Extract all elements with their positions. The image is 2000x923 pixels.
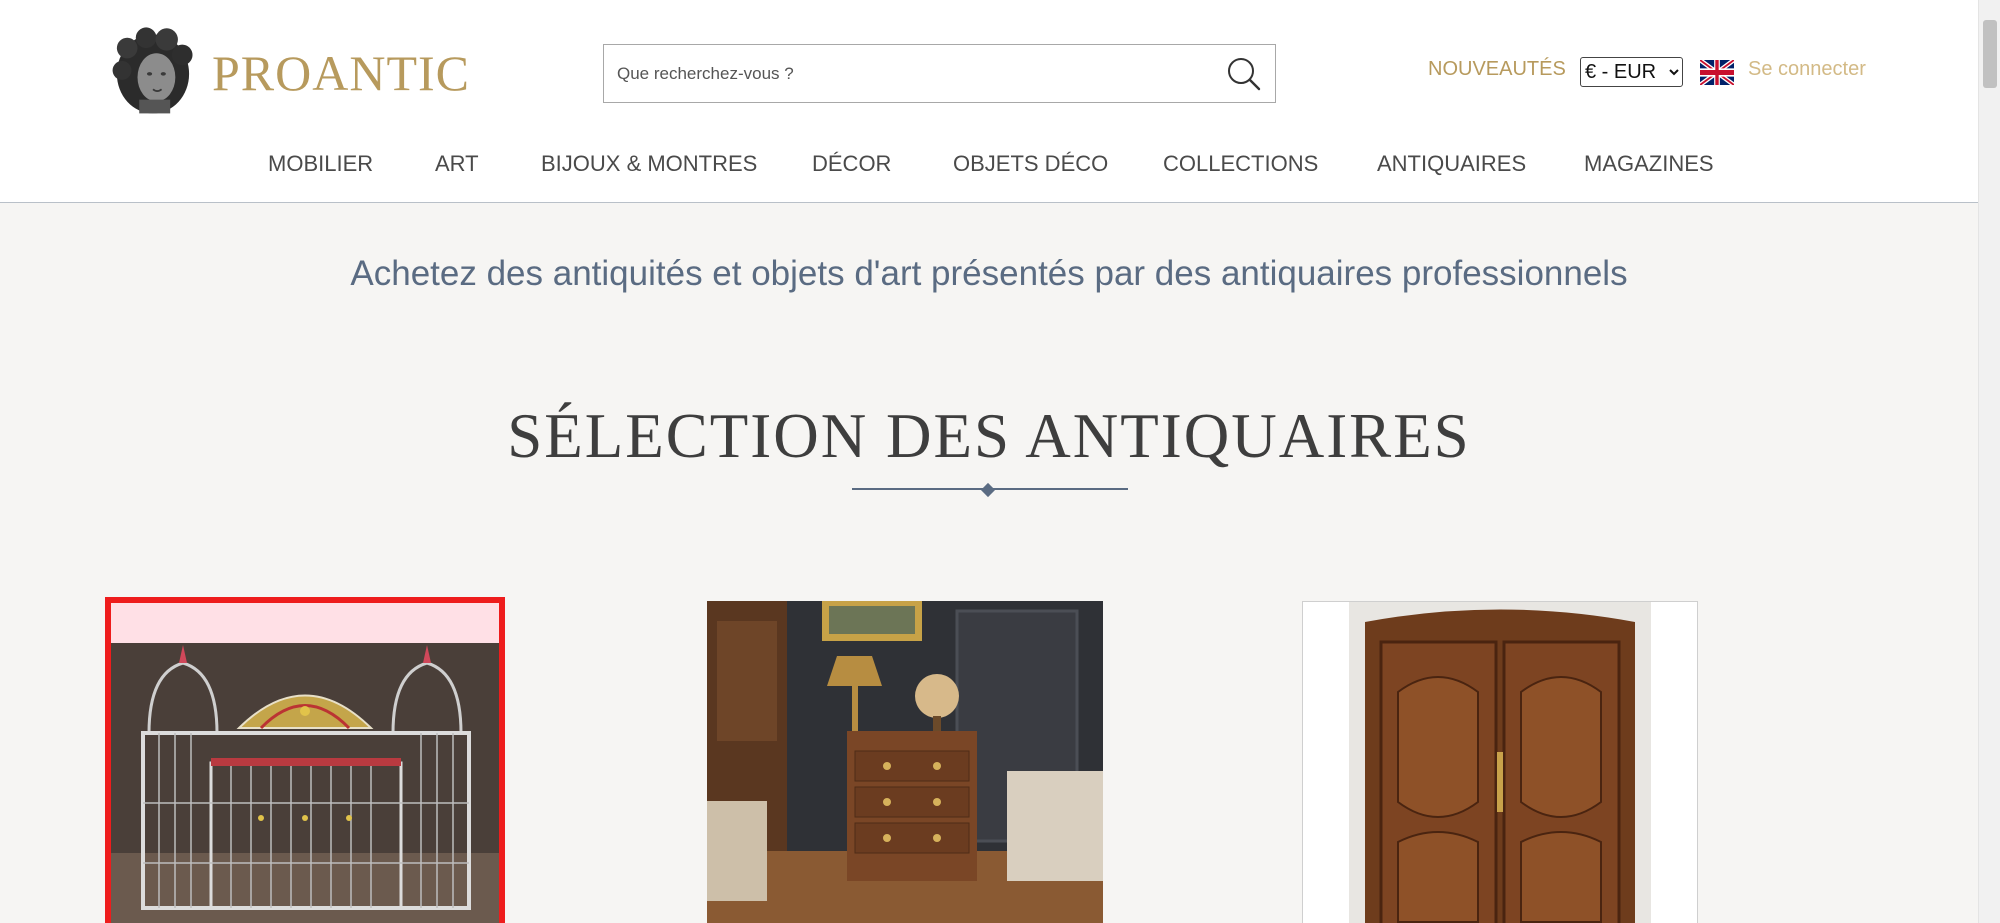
furniture-interior-image [707,601,1103,923]
bust-logo-icon [112,27,193,114]
nav-item-bijoux-montres[interactable]: BIJOUX & MONTRES [541,151,757,177]
product-card-side-table[interactable] [707,601,1103,923]
nav-item-magazines[interactable]: MAGAZINES [1584,151,1714,177]
nav-item-objets-deco[interactable]: OBJETS DÉCO [953,151,1108,177]
new-arrivals-link[interactable]: NOUVEAUTÉS [1428,58,1566,81]
nav-item-art[interactable]: ART [435,151,479,177]
birdcage-image [111,603,499,923]
currency-select[interactable]: € - EUR [1580,57,1683,87]
scrollbar-thumb[interactable] [1983,20,1997,88]
search-box [603,44,1276,103]
site-header: PROANTIC NOUVEAUTÉS € - EUR Se connecter… [0,0,1978,203]
login-link[interactable]: Se connecter [1748,58,1866,81]
nav-item-antiquaires[interactable]: ANTIQUAIRES [1377,151,1526,177]
nav-item-decor[interactable]: DÉCOR [812,151,891,177]
logo[interactable]: PROANTIC [110,20,470,126]
product-card-armoire[interactable] [1302,601,1698,923]
title-divider-ornament [980,482,996,498]
page-scrollbar[interactable] [1978,0,2000,923]
tagline: Achetez des antiquités et objets d'art p… [350,254,1628,293]
armoire-image [1303,602,1697,923]
uk-flag-icon[interactable] [1700,60,1734,85]
main-nav: MOBILIER ART BIJOUX & MONTRES DÉCOR OBJE… [0,145,1978,185]
search-button[interactable] [1223,53,1265,95]
nav-item-mobilier[interactable]: MOBILIER [268,151,373,177]
logo-text: PROANTIC [211,45,470,101]
search-icon [1228,58,1261,91]
section-title: SÉLECTION DES ANTIQUAIRES [507,401,1471,471]
nav-item-collections[interactable]: COLLECTIONS [1163,151,1318,177]
search-input[interactable] [604,45,1204,102]
product-card-birdcage[interactable] [105,597,505,923]
